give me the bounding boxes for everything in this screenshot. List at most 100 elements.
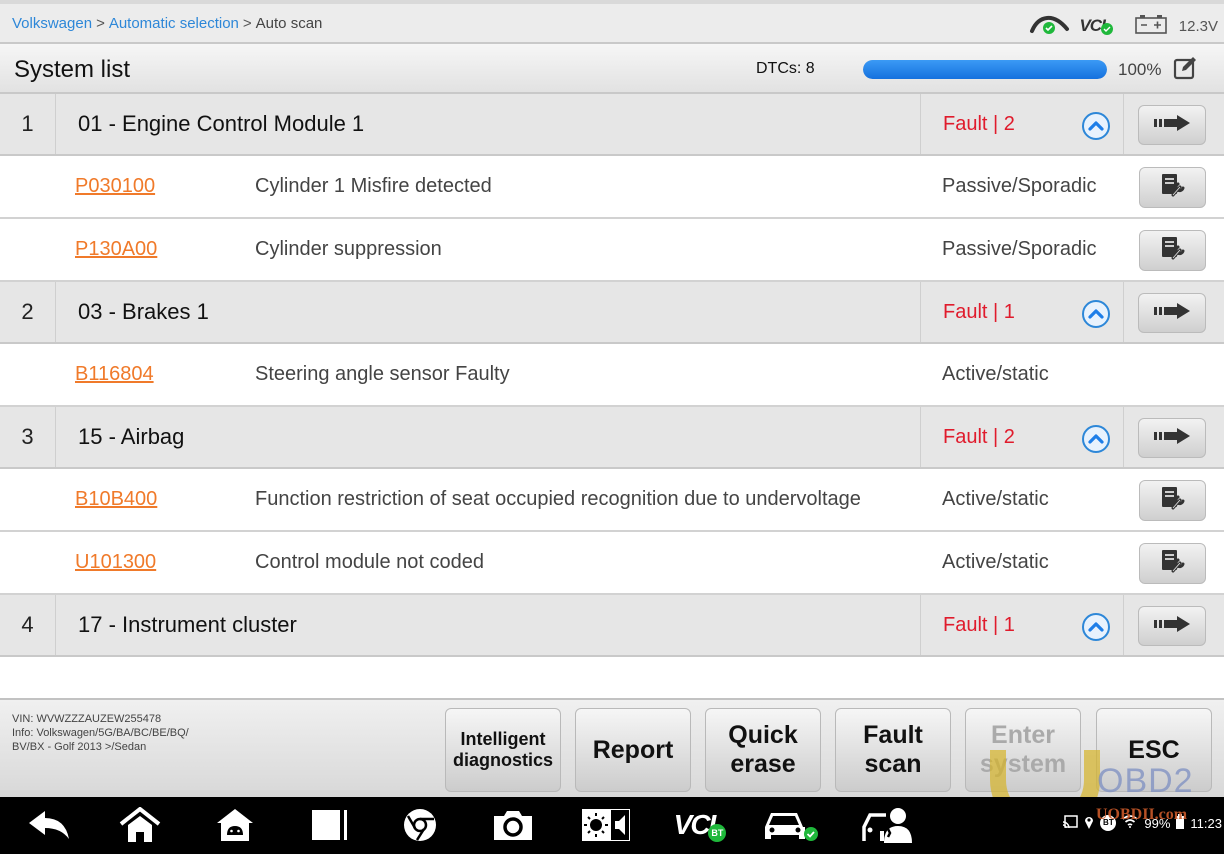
android-home-icon[interactable] xyxy=(210,807,260,843)
system-index: 2 xyxy=(0,282,56,342)
camera-icon[interactable] xyxy=(488,807,538,843)
breadcrumb-volkswagen[interactable]: Volkswagen xyxy=(12,15,92,32)
arrow-right-icon xyxy=(1152,302,1192,324)
dtc-description: Control module not coded xyxy=(255,551,485,573)
dtc-description: Function restriction of seat occupied re… xyxy=(255,488,861,510)
system-row[interactable]: 2 03 - Brakes 1 Fault | 1 xyxy=(0,282,1224,344)
system-row[interactable]: 4 17 - Instrument cluster Fault | 1 xyxy=(0,595,1224,657)
system-name: 15 - Airbag xyxy=(78,424,185,449)
intelligent-diagnostics-button[interactable]: Intelligent diagnostics xyxy=(445,708,561,792)
list-blank-row xyxy=(0,657,1224,679)
scan-progress-text: 100% xyxy=(1118,60,1162,79)
vci-status-icon: VCI xyxy=(1079,16,1113,36)
enter-system-arrow-button[interactable] xyxy=(1138,293,1206,333)
esc-label: ESC xyxy=(1128,735,1180,764)
repair-help-button[interactable] xyxy=(1139,480,1206,521)
arrow-right-icon xyxy=(1152,615,1192,637)
dtc-code-link[interactable]: B10B400 xyxy=(75,469,157,530)
collapse-chevron-up-icon[interactable] xyxy=(1081,424,1111,459)
system-name: 01 - Engine Control Module 1 xyxy=(78,111,365,136)
collapse-chevron-up-icon[interactable] xyxy=(1081,299,1111,334)
fault-status: Fault | 2 xyxy=(943,112,1015,135)
system-row[interactable]: 3 15 - Airbag Fault | 2 xyxy=(0,407,1224,469)
report-label: Report xyxy=(592,735,674,764)
collapse-chevron-up-icon[interactable] xyxy=(1081,111,1111,146)
fault-scan-button[interactable]: Fault scan xyxy=(835,708,951,792)
fault-cell: Fault | 2 xyxy=(920,94,1124,154)
dtc-code-link[interactable]: B116804 xyxy=(75,344,154,405)
location-icon xyxy=(1084,815,1094,832)
repair-help-icon xyxy=(1160,549,1186,578)
fault-cell: Fault | 1 xyxy=(920,595,1124,655)
dtc-code-link[interactable]: P030100 xyxy=(75,156,155,217)
bt-badge: BT xyxy=(708,824,727,842)
battery-icon xyxy=(1134,14,1167,38)
system-name: 17 - Instrument cluster xyxy=(78,612,297,637)
android-navigation-bar: VCI BT BT 99% 11:23 xyxy=(0,797,1224,854)
collapse-chevron-up-icon[interactable] xyxy=(1081,612,1111,647)
battery-voltage: 12.3V xyxy=(1178,17,1218,35)
watermark-obd2: OBD2 xyxy=(1097,762,1194,800)
fault-scan-label: Fault scan xyxy=(863,721,923,778)
enter-system-arrow-button[interactable] xyxy=(1138,105,1206,145)
system-index: 4 xyxy=(0,595,56,655)
fault-cell: Fault | 1 xyxy=(920,282,1124,342)
car-connected-icon[interactable] xyxy=(760,807,820,843)
repair-help-button[interactable] xyxy=(1139,230,1206,271)
system-index: 1 xyxy=(0,94,56,154)
vehicle-info-line1: Info: Volkswagen/5G/BA/BC/BE/BQ/ xyxy=(12,727,189,739)
breadcrumb-separator: > xyxy=(242,14,252,32)
repair-help-icon xyxy=(1160,236,1186,265)
repair-help-button[interactable] xyxy=(1139,543,1206,584)
enter-system-arrow-button[interactable] xyxy=(1138,418,1206,458)
enter-system-arrow-button[interactable] xyxy=(1138,606,1206,646)
home-icon[interactable] xyxy=(115,807,165,843)
edit-icon[interactable] xyxy=(1173,56,1197,85)
system-index: 3 xyxy=(0,407,56,467)
fault-status: Fault | 1 xyxy=(943,613,1015,636)
breadcrumb-automatic-selection[interactable]: Automatic selection xyxy=(109,15,239,32)
dtc-description: Cylinder 1 Misfire detected xyxy=(255,175,492,197)
dtc-row: B116804 Steering angle sensor Faulty Activ… xyxy=(0,344,1224,407)
fault-status: Fault | 1 xyxy=(943,300,1015,323)
vehicle-info: VIN: WVWZZZAUZEW255478 Info: Volkswagen/… xyxy=(12,712,252,754)
dtc-row: P130A00 Cylinder suppression Passive/Spora… xyxy=(0,219,1224,282)
report-button[interactable]: Report xyxy=(575,708,691,792)
intelligent-diagnostics-label: Intelligent diagnostics xyxy=(452,729,554,770)
dtc-state: Active/static xyxy=(942,363,1049,385)
arrow-right-icon xyxy=(1152,114,1192,136)
breadcrumb-separator: > xyxy=(96,14,105,32)
fault-status: Fault | 2 xyxy=(943,425,1015,448)
system-list: 1 01 - Engine Control Module 1 Fault | 2 P0… xyxy=(0,94,1224,698)
repair-help-button[interactable] xyxy=(1139,167,1206,208)
dtc-row: B10B400 Function restriction of seat occu… xyxy=(0,469,1224,532)
arrow-right-icon xyxy=(1152,427,1192,449)
quick-erase-button[interactable]: Quick erase xyxy=(705,708,821,792)
dtc-row: P030100 Cylinder 1 Misfire detected Passiv… xyxy=(0,156,1224,219)
page-title: System list xyxy=(14,56,131,83)
remote-expert-icon[interactable] xyxy=(858,807,918,843)
clock: 11:23 xyxy=(1190,815,1222,831)
dtc-code-link[interactable]: P130A00 xyxy=(75,219,157,280)
cloud-connected-icon xyxy=(1029,13,1071,39)
dtc-code-link[interactable]: U101300 xyxy=(75,532,156,593)
dtc-state: Active/static xyxy=(942,488,1049,510)
back-icon[interactable] xyxy=(25,807,75,843)
app-root: Volkswagen > Automatic selection > Auto … xyxy=(0,0,1224,854)
chrome-icon[interactable] xyxy=(395,807,445,843)
dtc-description: Steering angle sensor Faulty xyxy=(255,363,510,385)
system-row[interactable]: 1 01 - Engine Control Module 1 Fault | 2 xyxy=(0,94,1224,156)
quick-erase-label: Quick erase xyxy=(728,721,798,778)
repair-help-icon xyxy=(1160,173,1186,202)
recent-apps-icon[interactable] xyxy=(305,807,355,843)
watermark-site: UOBDII.com xyxy=(1096,806,1188,823)
cast-icon xyxy=(1062,814,1079,832)
vci-bt-icon[interactable]: VCI BT xyxy=(665,807,735,843)
system-list-header: System list DTCs: 8 100% xyxy=(0,44,1224,94)
breadcrumb-bar: Volkswagen > Automatic selection > Auto … xyxy=(0,0,1224,44)
vin-text: VIN: WVWZZZAUZEW255478 xyxy=(12,713,162,725)
connection-status: VCI 12.3V xyxy=(1029,12,1218,40)
repair-help-icon xyxy=(1160,486,1186,515)
brightness-volume-icon[interactable] xyxy=(580,807,632,843)
breadcrumb-auto-scan: Auto scan xyxy=(255,14,323,32)
